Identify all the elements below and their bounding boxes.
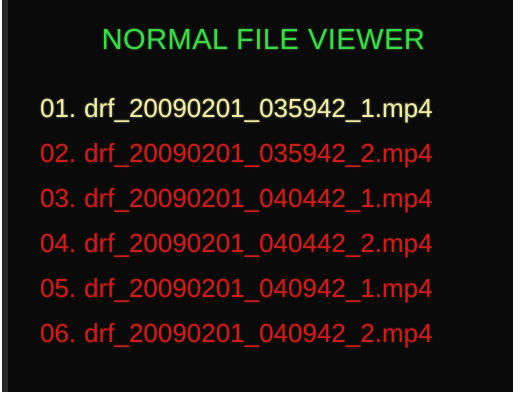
file-item-04[interactable]: 04. drf_20090201_040442_2.mp4 — [40, 221, 433, 266]
file-name: drf_20090201_035942_1.mp4 — [84, 93, 433, 123]
file-name: drf_20090201_040942_2.mp4 — [84, 318, 433, 348]
file-name: drf_20090201_035942_2.mp4 — [84, 138, 433, 168]
file-name: drf_20090201_040442_1.mp4 — [84, 183, 433, 213]
file-item-06[interactable]: 06. drf_20090201_040942_2.mp4 — [40, 311, 433, 356]
file-index: 02. — [40, 138, 77, 168]
file-name: drf_20090201_040442_2.mp4 — [84, 228, 433, 258]
file-index: 03. — [40, 183, 77, 213]
file-item-02[interactable]: 02. drf_20090201_035942_2.mp4 — [40, 131, 433, 176]
app-frame: NORMAL FILE VIEWER 01. drf_20090201_03594… — [0, 0, 524, 397]
file-item-01[interactable]: 01. drf_20090201_035942_1.mp4 — [40, 86, 433, 131]
file-item-05[interactable]: 05. drf_20090201_040942_1.mp4 — [40, 266, 433, 311]
file-list: 01. drf_20090201_035942_1.mp4 02. drf_2009… — [40, 86, 433, 356]
file-name: drf_20090201_040942_1.mp4 — [84, 273, 433, 303]
file-item-03[interactable]: 03. drf_20090201_040442_1.mp4 — [40, 176, 433, 221]
file-index: 05. — [40, 273, 77, 303]
file-index: 04. — [40, 228, 77, 258]
file-index: 06. — [40, 318, 77, 348]
file-index: 01. — [40, 93, 77, 123]
file-viewer-screen: NORMAL FILE VIEWER 01. drf_20090201_03594… — [2, 0, 513, 392]
page-title: NORMAL FILE VIEWER — [101, 24, 426, 56]
